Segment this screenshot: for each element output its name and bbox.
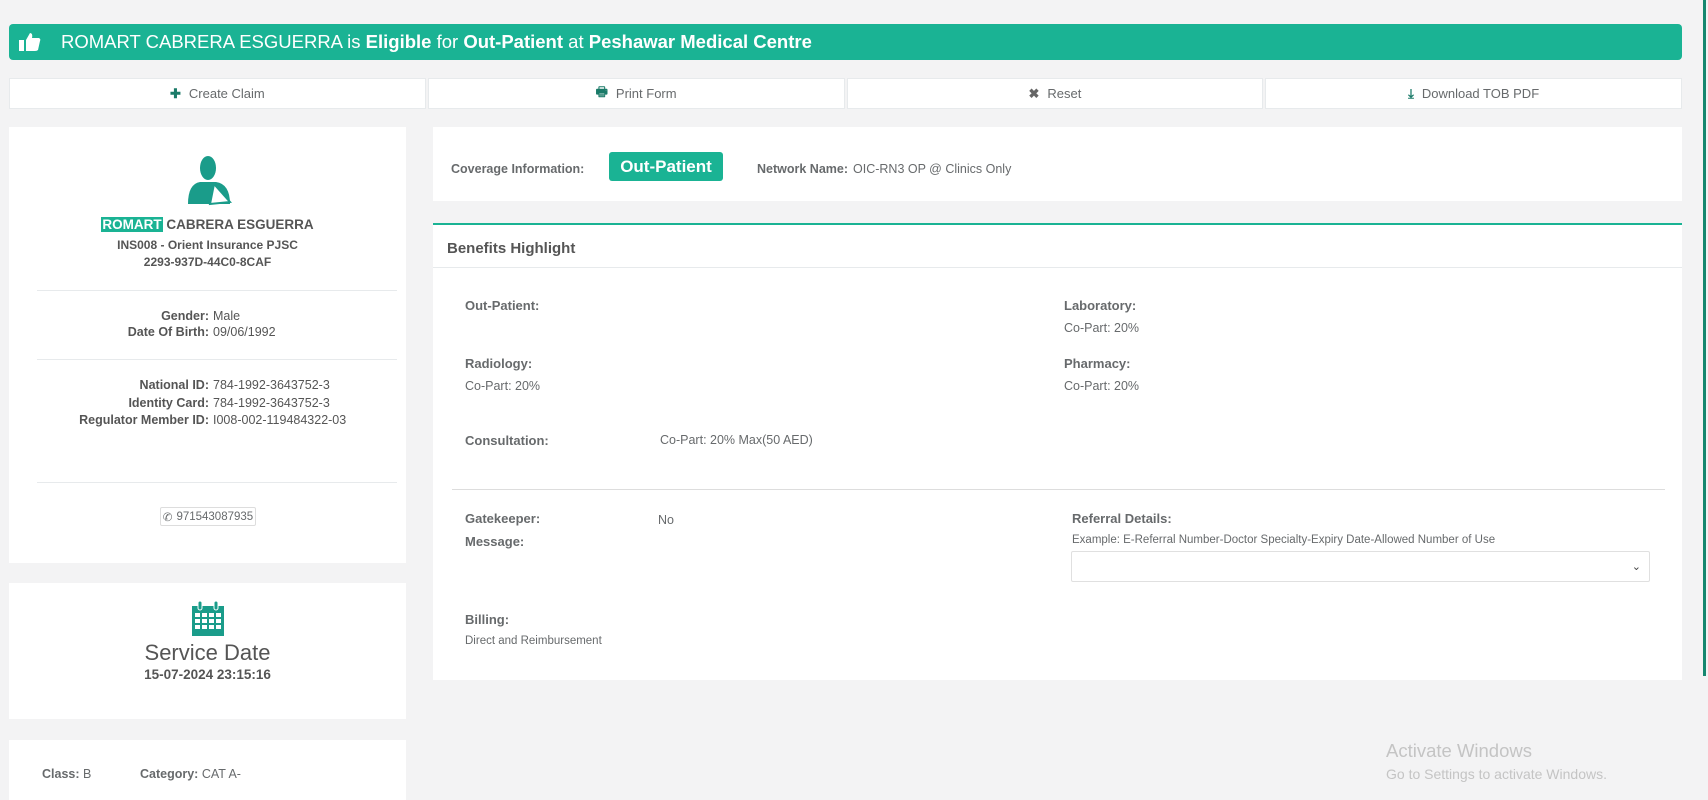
print-icon: 🖶: [595, 83, 608, 99]
service-date-card: Service Date 15-07-2024 23:15:16: [9, 583, 406, 719]
plus-icon: ✚: [169, 85, 181, 101]
member-avatar-icon: [188, 156, 232, 206]
benefits-card: Benefits Highlight Out-Patient: Laborato…: [433, 223, 1682, 680]
member-card: ROMART CABRERA ESGUERRA INS008 - Orient …: [9, 127, 406, 563]
divider: [37, 359, 397, 360]
category-value: CAT A-: [201, 767, 241, 781]
divider: [452, 489, 1665, 490]
phone-icon: ✆: [162, 511, 173, 524]
download-tob-button[interactable]: ⤓ Download TOB PDF: [1265, 78, 1682, 109]
calendar-icon: [192, 601, 224, 636]
phone-badge: ✆ 971543087935: [160, 507, 256, 526]
benefits-title: Benefits Highlight: [447, 240, 576, 257]
divider: [37, 482, 397, 483]
close-icon: ✖: [1028, 85, 1040, 101]
print-form-button[interactable]: 🖶 Print Form: [427, 78, 845, 109]
reset-button[interactable]: ✖ Reset: [846, 78, 1264, 109]
create-claim-button[interactable]: ✚ Create Claim: [9, 78, 426, 109]
download-icon: ⤓: [1408, 85, 1414, 101]
chevron-down-icon: ⌄: [1631, 561, 1641, 573]
scrollbar[interactable]: [1703, 0, 1706, 676]
network-name: OIC-RN3 OP @ Clinics Only: [853, 162, 1012, 176]
member-name: ROMART CABRERA ESGUERRA: [101, 217, 314, 232]
activate-windows-watermark: Activate Windows: [1386, 740, 1532, 761]
action-toolbar: ✚ Create Claim 🖶 Print Form ✖ Reset ⤓ Downlo…: [9, 78, 1682, 109]
class-card: Class: B Category: CAT A-: [9, 740, 406, 800]
regulator-id-row: Regulator Member ID: I008-002-119484322-0…: [79, 413, 347, 427]
banner-text: ROMART CABRERA ESGUERRA is Eligible for …: [61, 31, 812, 52]
identity-card-row: Identity Card: 784-1992-3643752-3: [128, 396, 330, 410]
coverage-badge: Out-Patient: [609, 152, 723, 181]
referral-select[interactable]: ⌄: [1071, 551, 1650, 582]
insurer: INS008 - Orient Insurance PJSC: [117, 238, 298, 252]
thumbs-up-icon: [19, 33, 41, 51]
service-date-title: Service Date: [144, 640, 271, 665]
divider: [37, 290, 397, 291]
service-date-value: 15-07-2024 23:15:16: [144, 667, 271, 682]
dob-row: Date Of Birth: 09/06/1992: [127, 325, 276, 339]
eligibility-banner: ROMART CABRERA ESGUERRA is Eligible for …: [9, 24, 1682, 60]
divider: [433, 267, 1682, 268]
gender-row: Gender: Male: [161, 309, 241, 323]
class-value: B: [83, 767, 92, 781]
coverage-card: Coverage Information: Out-Patient Networ…: [433, 127, 1682, 201]
card-id: 2293-937D-44C0-8CAF: [143, 255, 272, 269]
national-id-row: National ID: 784-1992-3643752-3: [139, 378, 330, 392]
activate-windows-hint: Go to Settings to activate Windows.: [1386, 766, 1607, 782]
